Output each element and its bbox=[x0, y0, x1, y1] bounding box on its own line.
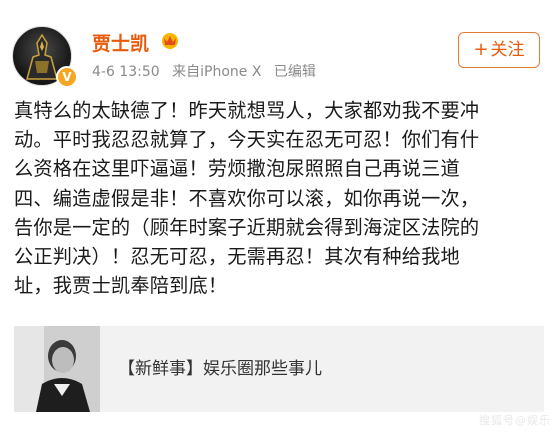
post-line: 动。平时我忍忍就算了，今天实在忍无可忍！你们有什 bbox=[14, 128, 480, 152]
post-date: 4-6 13:50 bbox=[92, 64, 160, 80]
linked-topic-card[interactable]: 【新鲜事】娱乐圈那些事儿 bbox=[14, 326, 544, 412]
person-photo-icon bbox=[14, 326, 100, 412]
username[interactable]: 贾士凯 bbox=[92, 29, 149, 56]
follow-button[interactable]: + 关注 bbox=[458, 32, 540, 68]
watermark: 搜狐号@娱乐 bbox=[479, 414, 551, 427]
follow-label: 关注 bbox=[490, 40, 525, 60]
crown-icon bbox=[162, 33, 178, 49]
post-line: 四、编造虚假是非！不喜欢你可以滚，如你再说一次， bbox=[14, 186, 480, 210]
edited-label: 已编辑 bbox=[273, 64, 316, 80]
post-line: 告你是一定的（顾年时案子近期就会得到海淀区法院的 bbox=[14, 215, 480, 239]
post-source: 来自iPhone X bbox=[172, 64, 262, 80]
post-header: V 贾士凯 4-6 13:50 来自iPhone X 已编辑 + 关注 bbox=[0, 0, 557, 90]
post-line: 公正判决）！忍无可忍，无需再忍！其次有种给我地 bbox=[14, 245, 460, 269]
post-line: 址，我贾士凯奉陪到底！ bbox=[14, 274, 228, 298]
verified-badge-icon: V bbox=[56, 66, 78, 88]
card-thumbnail bbox=[14, 326, 100, 412]
post-line: 么资格在这里吓逼逼！劳烦撒泡尿照照自己再说三道 bbox=[14, 157, 460, 181]
post-line: 真特么的太缺德了！昨天就想骂人，大家都劝我不要冲 bbox=[14, 99, 480, 122]
post-body: 真特么的太缺德了！昨天就想骂人，大家都劝我不要冲 动。平时我忍忍就算了，今天实在… bbox=[14, 96, 544, 300]
plus-icon: + bbox=[473, 39, 489, 60]
post-meta: 4-6 13:50 来自iPhone X 已编辑 bbox=[92, 61, 324, 81]
card-title[interactable]: 【新鲜事】娱乐圈那些事儿 bbox=[118, 354, 322, 379]
